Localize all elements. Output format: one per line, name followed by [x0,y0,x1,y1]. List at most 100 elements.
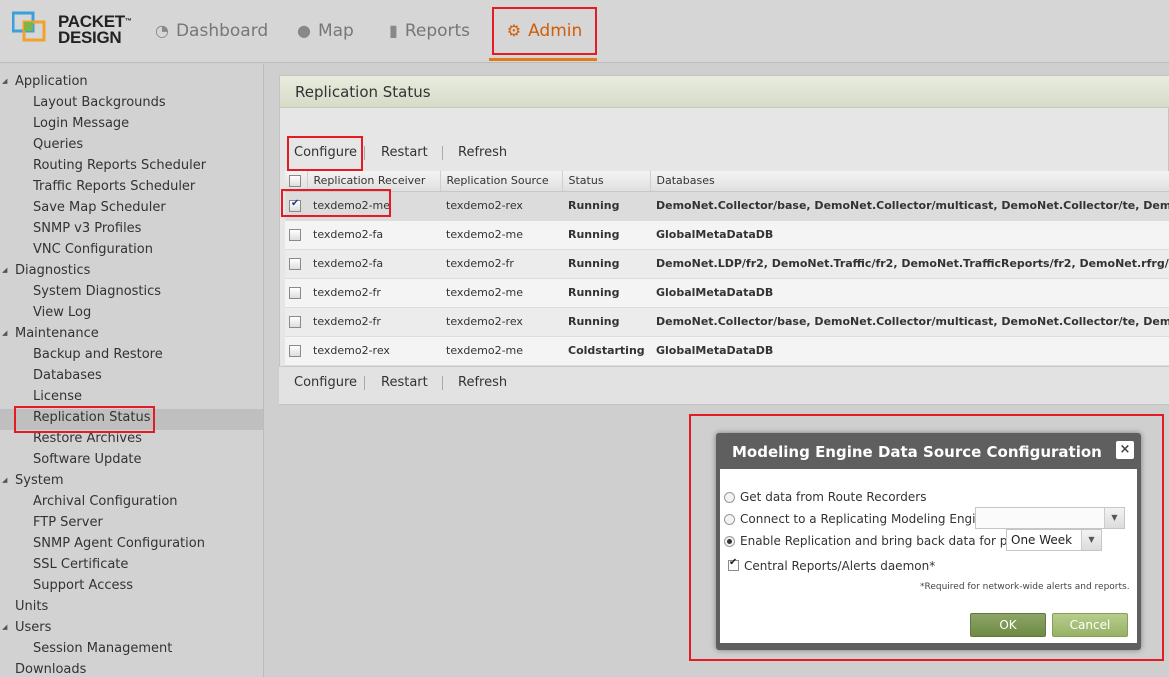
nav-map[interactable]: ● Map [297,16,354,46]
configure-highlight-box [287,136,363,171]
table-row[interactable]: texdemo2-fr texdemo2-me Running GlobalMe… [285,278,1169,308]
status-cell: Running [562,191,650,221]
table-row[interactable]: texdemo2-fa texdemo2-fr Running DemoNet.… [285,249,1169,279]
row-select-cell[interactable] [285,220,307,250]
enable-replication-radio[interactable] [724,536,735,547]
refresh-button[interactable]: Refresh [458,142,507,164]
replicating-engine-label[interactable]: Connect to a Replicating Modeling Engine [740,510,990,528]
nav-admin[interactable]: ⚙ Admin [492,7,597,55]
row-checkbox[interactable] [289,229,301,241]
restart-button[interactable]: Restart [381,142,428,164]
receiver-cell: texdemo2-rex [307,336,440,366]
sidebar-item-snmp-v3-profiles[interactable]: SNMP v3 Profiles [33,218,141,239]
select-all-checkbox[interactable] [289,175,301,188]
tree-category-diagnostics[interactable]: ◢ Diagnostics [2,260,90,281]
table-row[interactable]: texdemo2-fa texdemo2-me Running GlobalMe… [285,220,1169,250]
row-checkbox[interactable] [289,345,301,357]
source-cell: texdemo2-me [440,220,562,250]
packet-design-logo[interactable]: PACKET™ DESIGN [12,10,132,50]
configure-button-bottom[interactable]: Configure [294,372,357,394]
col-header-source[interactable]: Replication Source [440,171,563,192]
table-row[interactable]: texdemo2-rex texdemo2-me Coldstarting Gl… [285,336,1169,366]
cancel-button[interactable]: Cancel [1052,613,1128,637]
row-checkbox[interactable] [289,258,301,270]
ok-button[interactable]: OK [970,613,1046,637]
sidebar-item-session-management[interactable]: Session Management [33,638,172,659]
status-cell: Running [562,278,650,308]
table-row[interactable]: texdemo2-me texdemo2-rex Running DemoNet… [285,191,1169,221]
nav-dashboard-label: Dashboard [175,21,269,41]
route-recorders-label[interactable]: Get data from Route Recorders [740,488,926,506]
sidebar-item-login-message[interactable]: Login Message [33,113,129,134]
sidebar-item-license[interactable]: License [33,386,82,407]
sidebar-item-traffic-reports-scheduler[interactable]: Traffic Reports Scheduler [33,176,195,197]
sidebar-item-layout-backgrounds[interactable]: Layout Backgrounds [33,92,166,113]
logo-mark-icon [12,11,46,42]
chevron-down-icon[interactable]: ▼ [1104,508,1124,528]
logo-text: PACKET™ DESIGN [58,12,132,47]
tree-label: Application [15,74,88,89]
sidebar-item-software-update[interactable]: Software Update [33,449,142,470]
document-icon: ▮ [389,21,398,40]
row-select-cell[interactable] [285,278,307,308]
restart-button-bottom[interactable]: Restart [381,372,428,394]
dialog-body: Get data from Route Recorders Connect to… [720,469,1137,643]
nav-reports-label: Reports [404,21,471,41]
sidebar-item-archival-configuration[interactable]: Archival Configuration [33,491,178,512]
status-cell: Running [562,249,650,279]
refresh-button-bottom[interactable]: Refresh [458,372,507,394]
replicating-engine-radio[interactable] [724,514,735,525]
sidebar-item-snmp-agent-configuration[interactable]: SNMP Agent Configuration [33,533,205,554]
replication-period-select[interactable]: One Week ▼ [1006,529,1102,551]
sidebar-item-system-diagnostics[interactable]: System Diagnostics [33,281,161,302]
table-row[interactable]: texdemo2-fr texdemo2-rex Running DemoNet… [285,307,1169,337]
tree-category-system[interactable]: ◢ System [2,470,64,491]
sidebar-item-support-access[interactable]: Support Access [33,575,133,596]
panel-title: Replication Status [295,83,431,101]
col-header-status[interactable]: Status [562,171,651,192]
status-cell: Running [562,307,650,337]
expand-arrow-icon[interactable]: ◢ [2,71,7,92]
select-all-cell[interactable] [285,171,308,192]
toolbar-divider [442,146,443,160]
enable-replication-label[interactable]: Enable Replication and bring back data f… [740,532,1026,550]
replication-table: Replication Receiver Replication Source … [285,171,1169,366]
central-reports-checkbox[interactable] [728,557,739,571]
row-checkbox[interactable] [289,287,301,299]
close-icon[interactable]: × [1116,441,1134,459]
sidebar-item-vnc-configuration[interactable]: VNC Configuration [33,239,153,260]
sidebar-item-queries[interactable]: Queries [33,134,83,155]
col-header-receiver[interactable]: Replication Receiver [307,171,441,192]
row-checkbox[interactable] [289,316,301,328]
dialog-title: Modeling Engine Data Source Configuratio… [732,443,1102,461]
selected-row-highlight-box [281,189,391,217]
sidebar-item-ssl-certificate[interactable]: SSL Certificate [33,554,128,575]
row-select-cell[interactable] [285,249,307,279]
route-recorders-radio[interactable] [724,492,735,503]
tree-category-maintenance[interactable]: ◢ Maintenance [2,323,99,344]
replicating-engine-select[interactable]: ▼ [975,507,1125,529]
sidebar-item-databases[interactable]: Databases [33,365,102,386]
row-select-cell[interactable] [285,307,307,337]
col-header-databases[interactable]: Databases [650,171,1169,192]
expand-arrow-icon[interactable]: ◢ [2,617,7,638]
tree-category-units[interactable]: Units [15,596,48,617]
sidebar-item-ftp-server[interactable]: FTP Server [33,512,103,533]
sidebar-item-routing-reports-scheduler[interactable]: Routing Reports Scheduler [33,155,206,176]
expand-arrow-icon[interactable]: ◢ [2,470,7,491]
sidebar-item-save-map-scheduler[interactable]: Save Map Scheduler [33,197,166,218]
tree-label: System [15,473,64,488]
chevron-down-icon[interactable]: ▼ [1081,530,1101,550]
expand-arrow-icon[interactable]: ◢ [2,323,7,344]
expand-arrow-icon[interactable]: ◢ [2,260,7,281]
row-select-cell[interactable] [285,336,307,366]
tree-category-downloads[interactable]: Downloads [15,659,86,677]
sidebar-item-view-log[interactable]: View Log [33,302,91,323]
nav-dashboard[interactable]: ◔ Dashboard [155,16,268,46]
sidebar-item-backup-and-restore[interactable]: Backup and Restore [33,344,163,365]
nav-reports[interactable]: ▮ Reports [389,16,470,46]
toolbar-divider [364,376,365,390]
tree-category-users[interactable]: ◢ Users [2,617,51,638]
central-reports-label[interactable]: Central Reports/Alerts daemon* [744,557,935,575]
tree-category-application[interactable]: ◢ Application [2,71,88,92]
